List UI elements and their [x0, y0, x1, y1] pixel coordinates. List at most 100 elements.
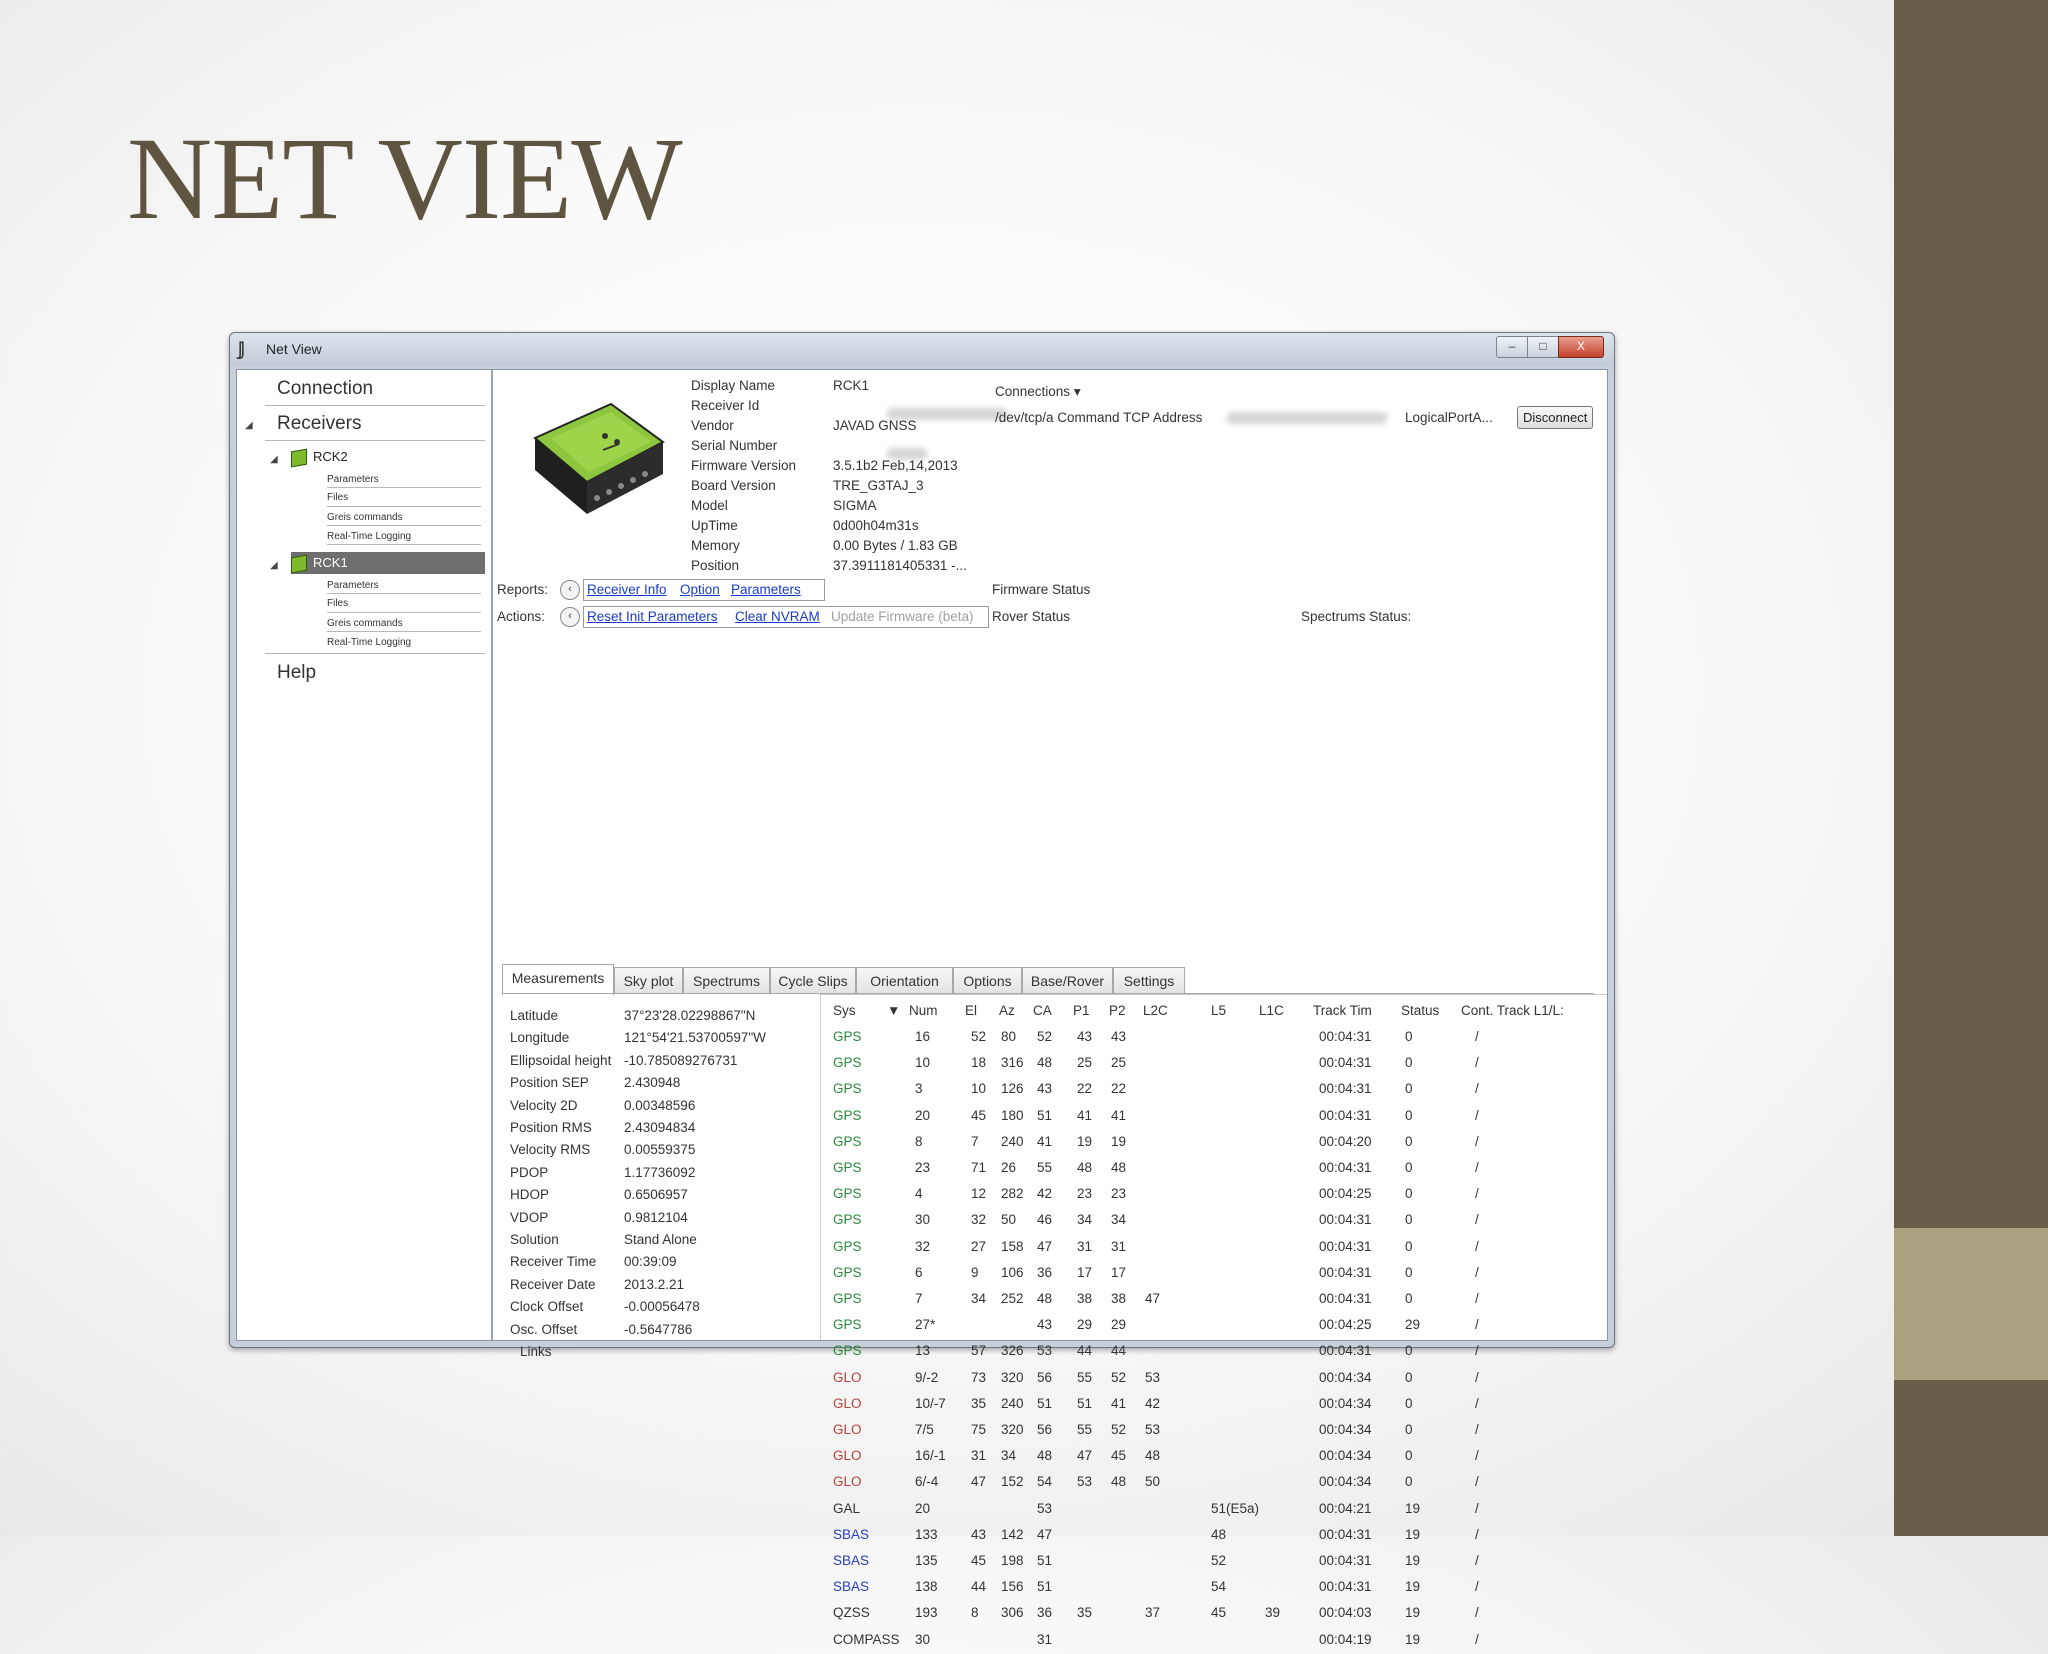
rck1-files[interactable]: Files [327, 598, 348, 609]
table-cell: / [1475, 1107, 1479, 1123]
column-header[interactable]: Cont. Track L1/L: [1461, 1003, 1564, 1018]
table-row[interactable]: GPS 4 12 282 42 23 23 00:04:25 0 / [821, 1186, 1561, 1208]
table-row[interactable]: GLO 16/-1 31 34 48 47 45 48 00:04:34 0 / [821, 1448, 1561, 1470]
table-cell: 17 [1111, 1264, 1127, 1280]
column-header[interactable]: P2 [1109, 1003, 1126, 1018]
table-cell: SBAS [833, 1553, 870, 1568]
table-cell: / [1475, 1369, 1479, 1385]
table-row[interactable]: GPS 10 18 316 48 25 25 00:04:31 0 / [821, 1055, 1561, 1077]
table-row[interactable]: QZSS 193 8 306 36 35 37 45 39 00:04:03 19 / [821, 1605, 1561, 1627]
table-cell: 34 [1111, 1212, 1127, 1228]
table-cell: 80 [1001, 1029, 1017, 1044]
rck2-parameters[interactable]: Parameters [327, 474, 379, 485]
rck2-files[interactable]: Files [327, 492, 348, 503]
reports-collapse-button[interactable]: ‹ [560, 580, 580, 600]
column-header[interactable]: Status [1401, 1003, 1439, 1018]
table-row[interactable]: GPS 6 9 106 36 17 17 00:04:31 0 / [821, 1265, 1561, 1287]
close-button[interactable]: X [1558, 336, 1604, 358]
table-cell: SBAS [833, 1526, 870, 1542]
column-header[interactable]: P1 [1073, 1003, 1090, 1018]
table-cell: 55 [1077, 1369, 1093, 1385]
table-row[interactable]: GLO 10/-7 35 240 51 51 41 42 00:04:34 0 / [821, 1396, 1561, 1418]
rck1-collapse-icon[interactable]: ◢ [270, 560, 278, 571]
table-cell: 27 [971, 1238, 987, 1254]
nav-receivers[interactable]: Receivers [277, 413, 361, 435]
disconnect-button[interactable]: Disconnect [1517, 406, 1594, 429]
measurement-value: 0.9812104 [624, 1209, 688, 1225]
table-row[interactable]: GPS 30 32 50 46 34 34 00:04:31 0 / [821, 1212, 1561, 1234]
minimize-button[interactable]: – [1496, 336, 1528, 358]
column-header[interactable]: CA [1033, 1003, 1052, 1018]
rck1-real-time-logging[interactable]: Real-Time Logging [327, 637, 411, 648]
rck2-collapse-icon[interactable]: ◢ [270, 454, 278, 465]
maximize-button[interactable]: □ [1527, 336, 1559, 358]
table-cell: 0 [1405, 1055, 1413, 1071]
nav-divider [327, 593, 481, 594]
actions-collapse-button[interactable]: ‹ [560, 607, 580, 627]
tab-settings[interactable]: Settings [1113, 967, 1185, 994]
connections-dropdown[interactable]: Connections ▾ [995, 384, 1081, 400]
table-row[interactable]: GPS 3 10 126 43 22 22 00:04:31 0 / [821, 1081, 1561, 1103]
tab-spectrums[interactable]: Spectrums [683, 967, 770, 994]
table-cell: / [1475, 1343, 1479, 1359]
tab-cycle-slips[interactable]: Cycle Slips [770, 967, 856, 994]
nav-connection[interactable]: Connection [277, 378, 373, 400]
column-header[interactable]: L2C [1143, 1003, 1168, 1018]
column-header[interactable]: El [965, 1003, 977, 1018]
rck2-greis-commands[interactable]: Greis commands [327, 512, 403, 523]
table-row[interactable]: GPS 27* 43 29 29 00:04:25 29 / [821, 1317, 1561, 1339]
option-link[interactable]: Option [680, 582, 720, 597]
table-row[interactable]: GAL 20 53 51(E5a) 00:04:21 19 / [821, 1501, 1561, 1523]
table-cell: / [1475, 1264, 1479, 1280]
table-row[interactable]: SBAS 135 45 198 51 52 00:04:31 19 / [821, 1553, 1561, 1575]
nav-help[interactable]: Help [277, 662, 316, 684]
receiver-node-rck2[interactable]: RCK2 [291, 446, 481, 468]
table-cell: 00:04:31 [1319, 1081, 1372, 1097]
table-cell: 198 [1001, 1553, 1024, 1568]
table-cell: 48 [1111, 1160, 1127, 1175]
table-row[interactable]: GLO 6/-4 47 152 54 53 48 50 00:04:34 0 / [821, 1474, 1561, 1496]
table-row[interactable]: GPS 16 52 80 52 43 43 00:04:31 0 / [821, 1029, 1561, 1051]
nav-divider [265, 653, 485, 654]
rck1-parameters[interactable]: Parameters [327, 580, 379, 591]
table-cell: 34 [1001, 1448, 1017, 1464]
tab-sky-plot[interactable]: Sky plot [614, 967, 683, 994]
column-header[interactable]: Track Tim [1313, 1003, 1372, 1018]
reset-init-parameters-link[interactable]: Reset Init Parameters [587, 609, 718, 624]
table-row[interactable]: GPS 8 7 240 41 19 19 00:04:20 0 / [821, 1134, 1561, 1156]
table-cell: 18 [971, 1055, 987, 1071]
table-row[interactable]: GPS 23 71 26 55 48 48 00:04:31 0 / [821, 1160, 1561, 1182]
tab-options[interactable]: Options [953, 967, 1022, 994]
receivers-collapse-icon[interactable]: ◢ [245, 420, 253, 431]
column-header[interactable]: Az [999, 1003, 1015, 1018]
table-row[interactable]: GPS 20 45 180 51 41 41 00:04:31 0 / [821, 1108, 1561, 1130]
column-header[interactable]: Sys [833, 1003, 856, 1018]
clear-nvram-link[interactable]: Clear NVRAM [735, 609, 820, 624]
table-cell: 16 [915, 1029, 931, 1044]
table-row[interactable]: GPS 7 34 252 48 38 38 47 00:04:31 0 / [821, 1291, 1561, 1313]
tab-base-rover[interactable]: Base/Rover [1022, 967, 1113, 994]
table-row[interactable]: SBAS 133 43 142 47 48 00:04:31 19 / [821, 1527, 1561, 1549]
table-row[interactable]: SBAS 138 44 156 51 54 00:04:31 19 / [821, 1579, 1561, 1601]
tab-orientation[interactable]: Orientation [856, 967, 953, 994]
measurement-value: 2.43094834 [624, 1120, 696, 1135]
column-header[interactable]: L1C [1259, 1003, 1284, 1018]
measurement-value: -10.785089276731 [624, 1052, 738, 1068]
table-row[interactable]: GPS 32 27 158 47 31 31 00:04:31 0 / [821, 1239, 1561, 1261]
table-row[interactable]: GPS 13 57 326 53 44 44 00:04:31 0 / [821, 1343, 1561, 1365]
tab-measurements[interactable]: Measurements [502, 964, 614, 995]
rck2-real-time-logging[interactable]: Real-Time Logging [327, 531, 411, 542]
column-header[interactable]: Num [909, 1003, 938, 1018]
receiver-info-link[interactable]: Receiver Info [587, 582, 667, 597]
table-row[interactable]: GLO 7/5 75 320 56 55 52 53 00:04:34 0 / [821, 1422, 1561, 1444]
sort-arrow-icon[interactable]: ▼ [887, 1003, 900, 1018]
table-row[interactable]: COMPASS 30 31 00:04:19 19 / [821, 1632, 1561, 1654]
rck1-greis-commands[interactable]: Greis commands [327, 618, 403, 629]
table-cell: 32 [915, 1238, 931, 1254]
receiver-node-rck1[interactable]: RCK1 [291, 552, 485, 574]
parameters-link[interactable]: Parameters [731, 582, 801, 597]
column-header[interactable]: L5 [1211, 1003, 1226, 1018]
table-cell: 48 [1111, 1474, 1127, 1490]
window-titlebar[interactable]: 𝕁 Net View – □ X [230, 333, 1614, 365]
table-row[interactable]: GLO 9/-2 73 320 56 55 52 53 00:04:34 0 / [821, 1370, 1561, 1392]
